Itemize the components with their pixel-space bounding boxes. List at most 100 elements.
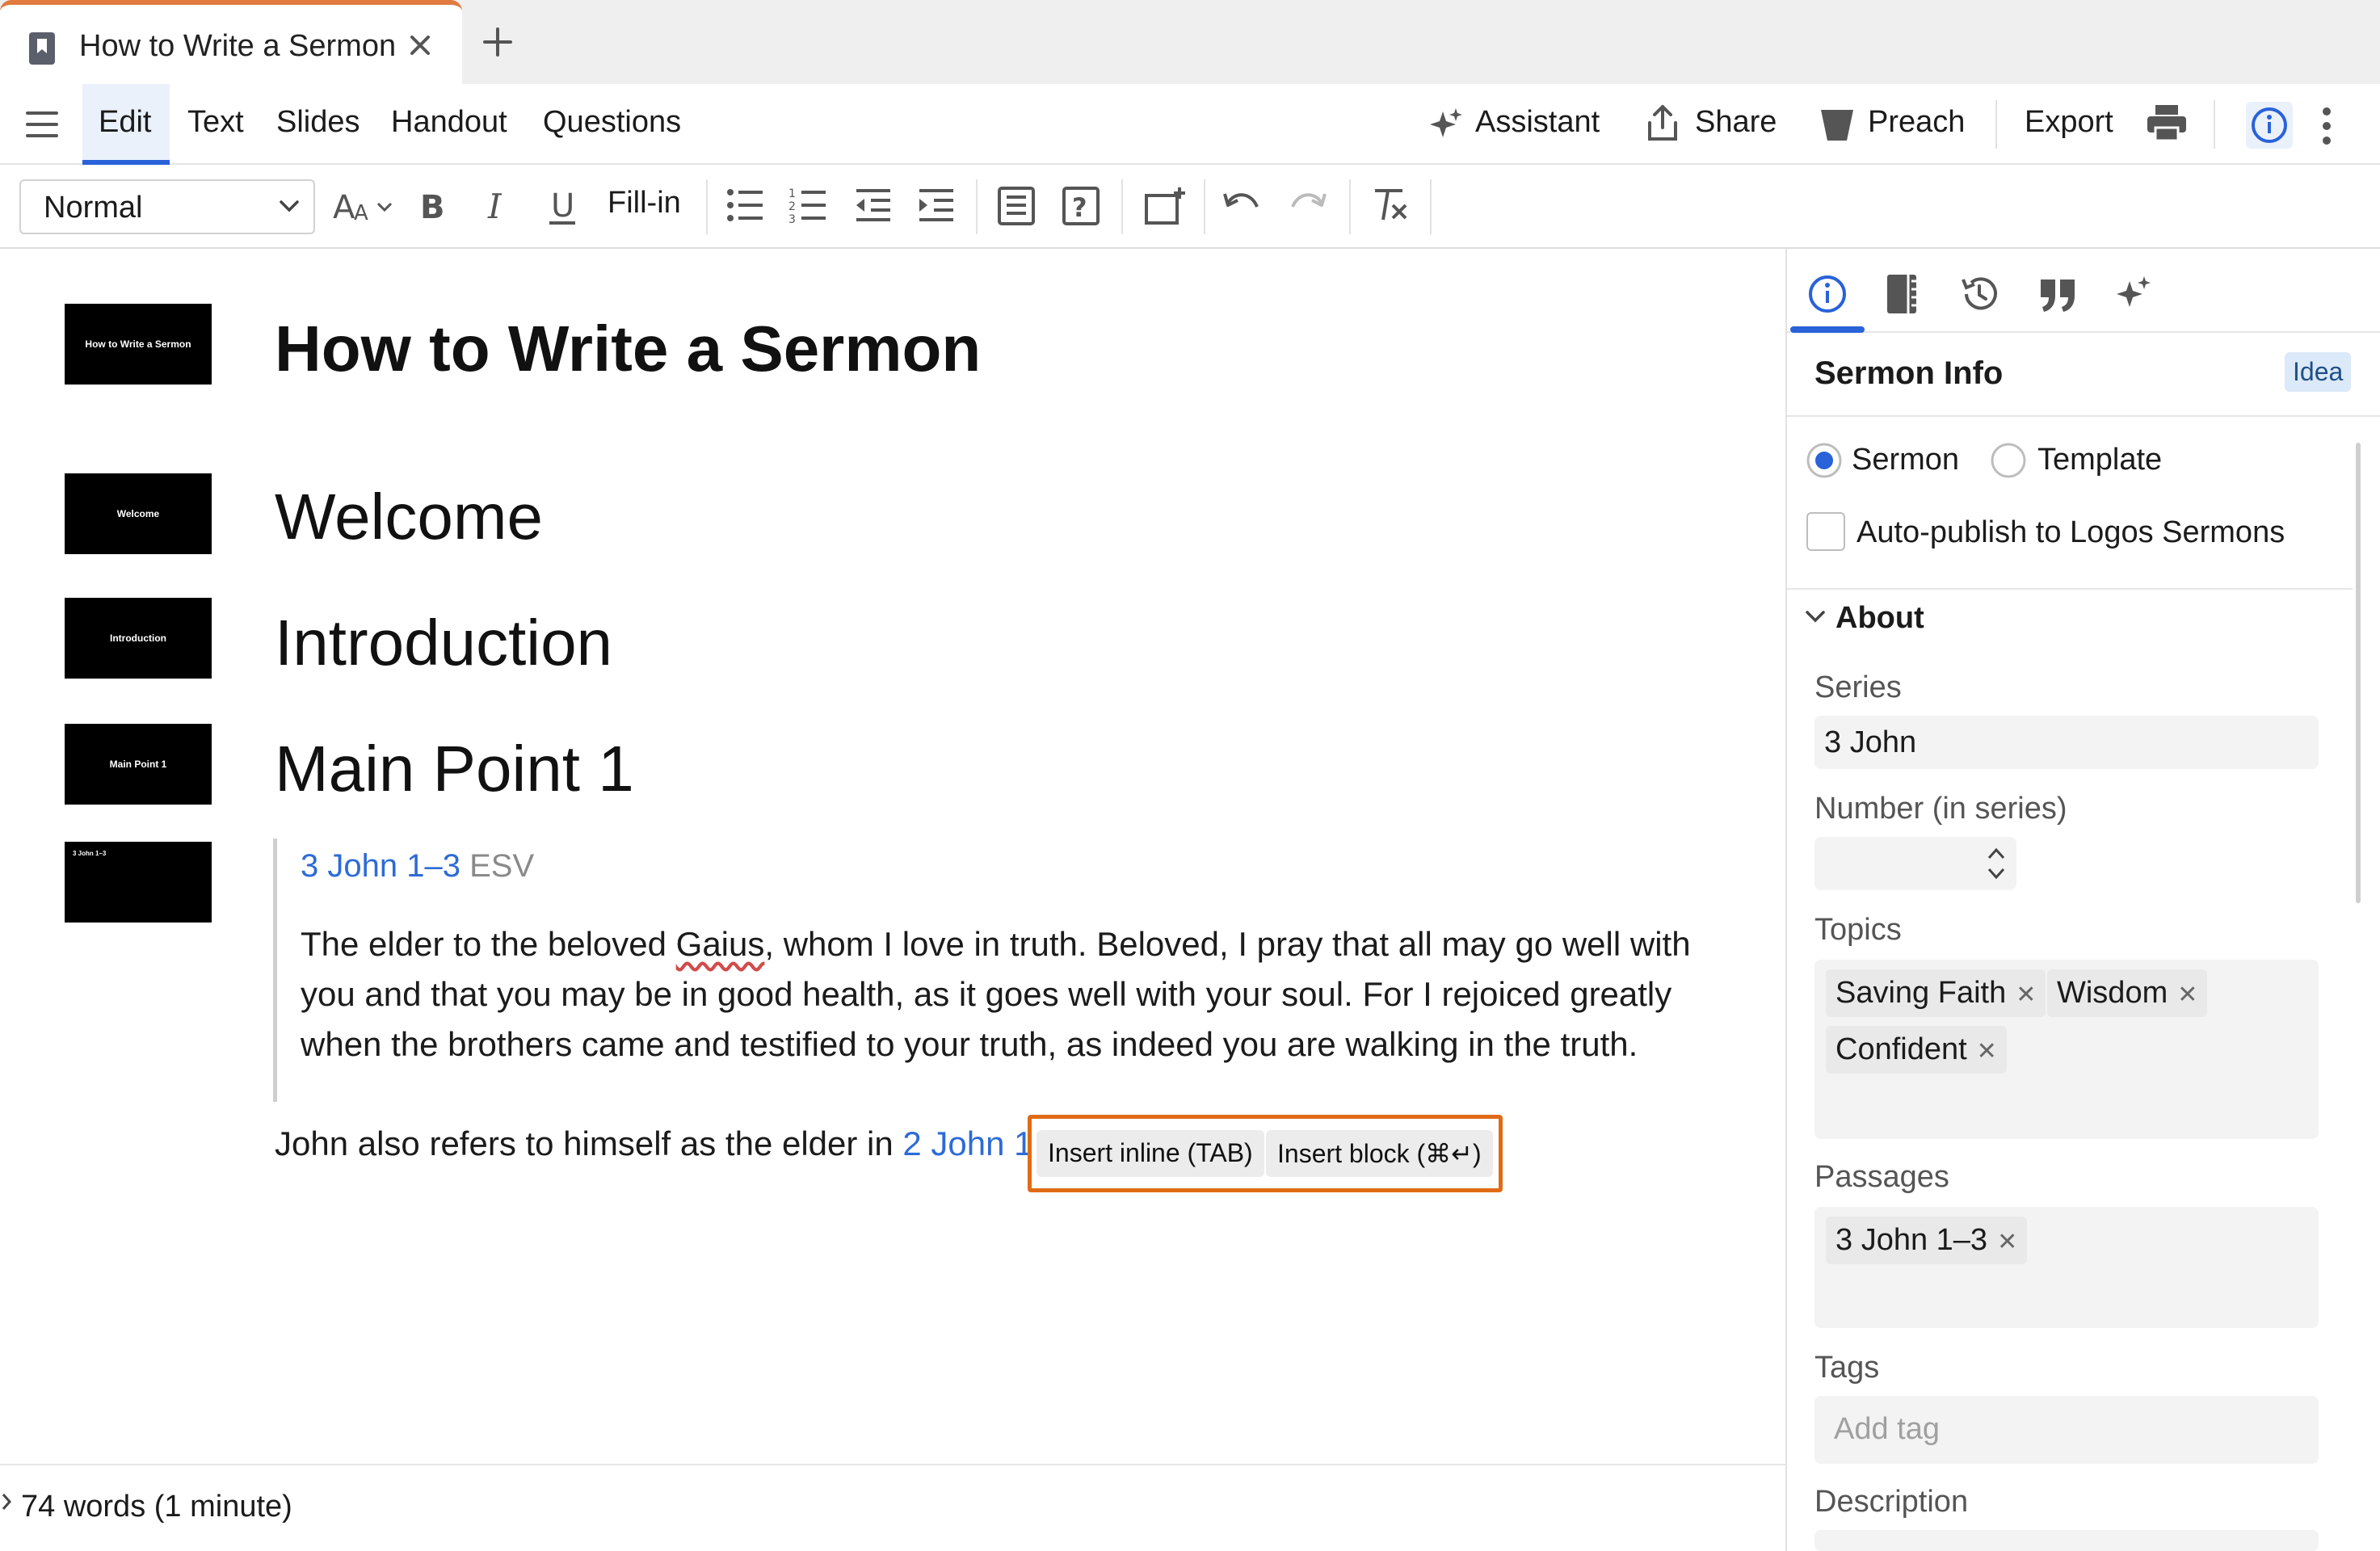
- close-icon[interactable]: ✕: [2016, 981, 2036, 1008]
- style-select-value: Normal: [44, 191, 143, 225]
- description-label: Description: [1814, 1485, 1969, 1519]
- description-input[interactable]: [1814, 1530, 2319, 1551]
- pulpit-icon[interactable]: [1819, 107, 1855, 142]
- print-icon[interactable]: [2146, 103, 2188, 144]
- slide-thumbnail-main-point-1[interactable]: Main Point 1: [65, 724, 212, 805]
- export-button[interactable]: Export: [2025, 105, 2113, 140]
- radio-template-label[interactable]: Template: [2037, 443, 2162, 477]
- tab-title: How to Write a Sermon: [79, 29, 397, 63]
- plus-icon[interactable]: [481, 26, 514, 58]
- radio-sermon[interactable]: [1805, 441, 1844, 480]
- tags-placeholder: Add tag: [1834, 1412, 1940, 1446]
- tags-input[interactable]: Add tag: [1814, 1396, 2319, 1464]
- menu-handout[interactable]: Handout: [391, 105, 507, 140]
- fill-in-button[interactable]: Fill-in: [608, 186, 681, 221]
- bold-icon[interactable]: B: [417, 186, 449, 225]
- about-section-header[interactable]: About: [1835, 601, 1924, 636]
- add-slide-icon[interactable]: [1144, 186, 1186, 226]
- panel-divider: [1787, 588, 2353, 590]
- bible-version[interactable]: ESV: [469, 848, 534, 884]
- outdent-icon[interactable]: [853, 186, 894, 225]
- redo-icon[interactable]: [1288, 186, 1328, 221]
- underline-icon[interactable]: U: [546, 186, 578, 228]
- question-block-icon[interactable]: ?: [1062, 186, 1100, 226]
- passage-reference: 3 John 1–3 ESV: [301, 848, 534, 885]
- spellcheck-flagged-word[interactable]: Gaius: [676, 925, 765, 963]
- undo-icon[interactable]: [1222, 186, 1262, 221]
- format-toolbar: Normal AA B I U Fill-in 123 ?: [0, 165, 2380, 249]
- toolbar-divider: [976, 179, 978, 234]
- hamburger-menu-icon[interactable]: [24, 108, 60, 141]
- series-value: 3 John: [1824, 725, 1917, 759]
- passage-reference-link[interactable]: 3 John 1–3: [301, 848, 460, 884]
- notebook-icon[interactable]: [1884, 273, 1920, 315]
- close-icon[interactable]: ✕: [1977, 1038, 1997, 1065]
- slide-thumbnail-passage[interactable]: 3 John 1–3: [65, 842, 212, 923]
- insert-inline-button[interactable]: Insert inline (TAB): [1037, 1130, 1264, 1177]
- editor-area[interactable]: How to Write a Sermon Welcome Introducti…: [0, 249, 1785, 1464]
- slide-thumbnail-welcome[interactable]: Welcome: [65, 473, 212, 554]
- paragraph-style-select[interactable]: Normal: [19, 179, 315, 234]
- chevron-right-icon[interactable]: [0, 1488, 15, 1515]
- toolbar-divider: [706, 179, 708, 234]
- chevron-down-icon: [278, 199, 301, 215]
- close-icon[interactable]: ✕: [1997, 1229, 2017, 1255]
- svg-text:1: 1: [788, 187, 796, 200]
- chevron-down-icon[interactable]: [1805, 609, 1826, 625]
- passage-chip: 3 John 1–3 ✕: [1826, 1217, 2028, 1264]
- sparkle-icon[interactable]: [1427, 105, 1465, 144]
- paragraph-text: John also refers to himself as the elder…: [275, 1124, 903, 1162]
- italic-icon[interactable]: I: [483, 186, 515, 225]
- share-button[interactable]: Share: [1695, 105, 1777, 140]
- radio-template[interactable]: [1989, 441, 2028, 480]
- close-icon[interactable]: [404, 29, 436, 61]
- insert-block-icon[interactable]: [997, 186, 1036, 226]
- preach-button[interactable]: Preach: [1868, 105, 1965, 140]
- panel-scrollbar[interactable]: [2356, 443, 2361, 903]
- slide-thumbnail-passage-ref: 3 John 1–3: [73, 850, 107, 857]
- series-input[interactable]: 3 John: [1814, 716, 2319, 769]
- tab-strip: How to Write a Sermon: [0, 0, 2380, 84]
- scripture-link[interactable]: 2 John 1: [902, 1124, 1032, 1162]
- heading-welcome[interactable]: Welcome: [275, 480, 543, 554]
- sparkle-icon[interactable]: [2113, 273, 2155, 315]
- clear-format-icon[interactable]: [1370, 186, 1411, 225]
- sermon-info-panel: Sermon Info Idea Sermon Template Auto-pu…: [1785, 249, 2380, 1551]
- svg-text:B: B: [420, 189, 445, 225]
- status-badge[interactable]: Idea: [2285, 352, 2352, 392]
- history-icon[interactable]: [1958, 273, 2000, 315]
- stepper-arrows-icon[interactable]: [1984, 842, 2008, 885]
- menu-text[interactable]: Text: [187, 105, 244, 140]
- bullet-list-icon[interactable]: [725, 186, 766, 225]
- body-paragraph[interactable]: John also refers to himself as the elder…: [275, 1124, 1033, 1163]
- menu-edit[interactable]: Edit: [99, 105, 151, 140]
- indent-icon[interactable]: [916, 186, 957, 225]
- passage-text[interactable]: The elder to the beloved Gaius, whom I l…: [301, 919, 1722, 1070]
- quote-icon[interactable]: [2037, 273, 2079, 315]
- passages-input[interactable]: 3 John 1–3 ✕: [1814, 1207, 2319, 1328]
- insert-block-button[interactable]: Insert block (⌘↵): [1266, 1130, 1493, 1177]
- autopublish-checkbox[interactable]: [1806, 512, 1845, 551]
- heading-main-point-1[interactable]: Main Point 1: [275, 732, 634, 806]
- slide-thumbnail-introduction[interactable]: Introduction: [65, 598, 212, 679]
- document-tab[interactable]: How to Write a Sermon: [0, 0, 462, 84]
- topics-input[interactable]: Saving Faith ✕ Wisdom ✕ Confident ✕: [1814, 960, 2319, 1139]
- heading-introduction[interactable]: Introduction: [275, 606, 612, 680]
- autopublish-label[interactable]: Auto-publish to Logos Sermons: [1856, 515, 2285, 550]
- toolbar-divider: [1204, 179, 1205, 234]
- more-vertical-icon[interactable]: [2319, 105, 2335, 147]
- close-icon[interactable]: ✕: [2177, 981, 2197, 1008]
- menu-slides[interactable]: Slides: [276, 105, 360, 140]
- font-size-icon[interactable]: AA: [333, 186, 397, 225]
- menu-divider: [2214, 100, 2215, 149]
- share-icon[interactable]: [1645, 103, 1680, 144]
- radio-sermon-label[interactable]: Sermon: [1852, 443, 1959, 477]
- info-icon[interactable]: [1806, 273, 1848, 315]
- info-icon[interactable]: [2246, 102, 2293, 149]
- number-stepper[interactable]: [1814, 837, 2016, 890]
- slide-thumbnail-title[interactable]: How to Write a Sermon: [65, 304, 212, 385]
- menu-questions[interactable]: Questions: [543, 105, 681, 140]
- numbered-list-icon[interactable]: 123: [788, 186, 829, 225]
- assistant-button[interactable]: Assistant: [1475, 105, 1600, 140]
- sermon-title[interactable]: How to Write a Sermon: [275, 312, 981, 386]
